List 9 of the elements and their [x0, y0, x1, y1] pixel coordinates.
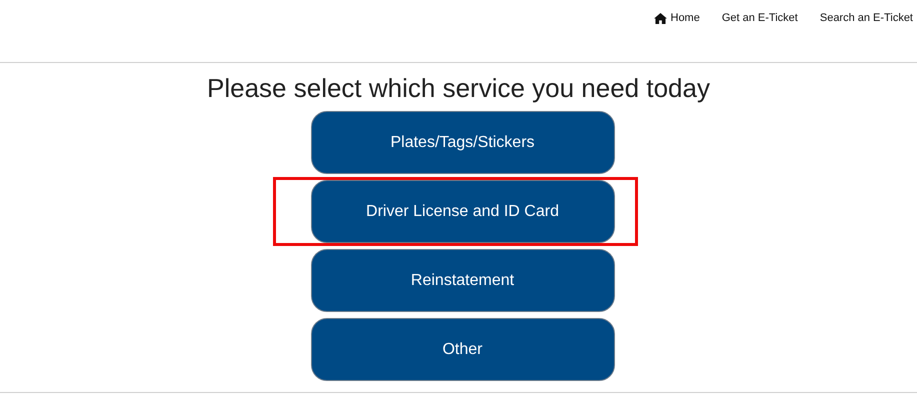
service-button[interactable]: Plates/Tags/Stickers [310, 111, 614, 174]
service-button[interactable]: Other [310, 318, 614, 381]
nav-link[interactable]: Home [654, 11, 700, 25]
service-button[interactable]: Reinstatement [310, 249, 614, 312]
home-icon [654, 12, 666, 24]
service-button[interactable]: Driver License and ID Card [310, 180, 614, 243]
page-heading: Please select which service you need today [206, 73, 711, 103]
nav-link[interactable]: Get an E-Ticket [722, 11, 798, 25]
nav-link[interactable]: Search an E-Ticket [820, 11, 913, 25]
